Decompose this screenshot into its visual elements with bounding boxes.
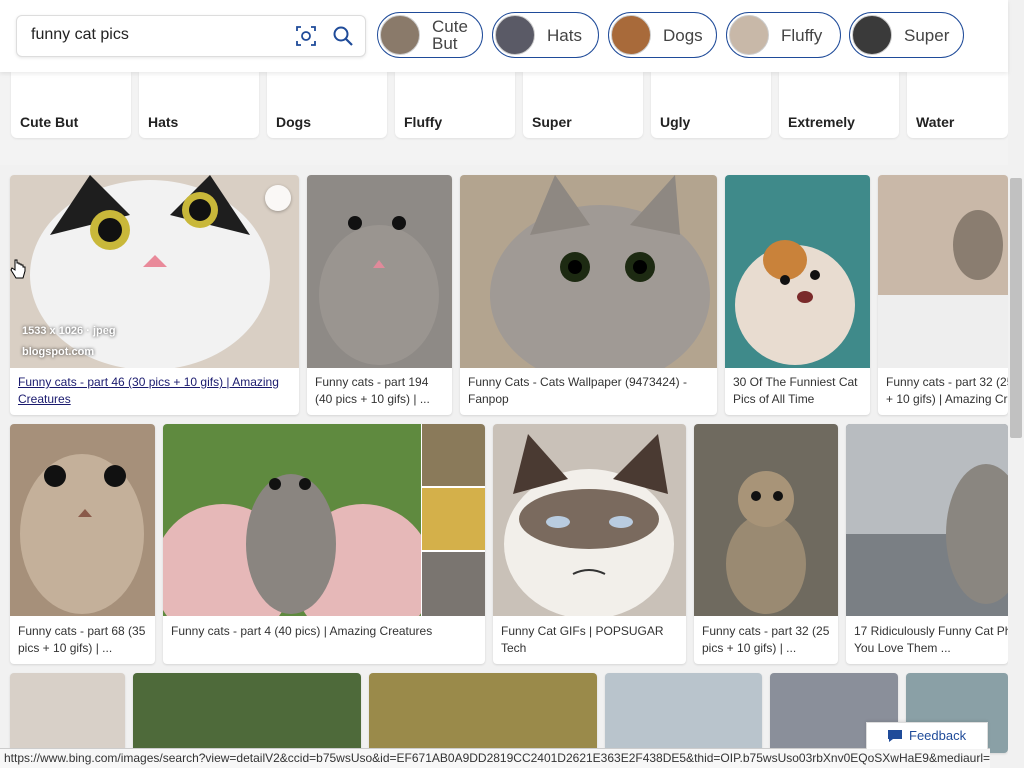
related-item-extremely[interactable]: Extremely	[779, 72, 899, 138]
related-label: Extremely	[788, 114, 855, 130]
result-caption[interactable]: Funny cats - part 68 (35 pics + 10 gifs)…	[18, 623, 149, 657]
chip-label-line1: Cute	[432, 17, 468, 36]
cat-face-icon	[20, 454, 144, 614]
image-result[interactable]: Funny cats - part 32 (25 pics + 10 gifs)…	[878, 175, 1008, 415]
related-item-hats[interactable]: Hats	[139, 72, 259, 138]
image-result[interactable]: Funny cats - part 32 (25 pics + 10 gifs)…	[694, 424, 838, 664]
cat-face-icon	[30, 175, 270, 370]
result-thumbnail[interactable]	[493, 424, 686, 619]
result-caption[interactable]: Funny cats - part 32 (25 pics + 10 gifs)…	[886, 374, 1008, 408]
result-thumbnail[interactable]	[10, 424, 155, 616]
result-thumbnail[interactable]	[307, 175, 452, 368]
hand-cursor-icon	[10, 259, 26, 279]
chip-thumbnail	[495, 15, 535, 55]
related-label: Ugly	[660, 114, 691, 130]
result-side-thumbnail[interactable]	[422, 552, 485, 616]
chip-thumbnail	[729, 15, 769, 55]
cat-in-car-icon	[846, 424, 1008, 604]
grumpy-cat-icon	[504, 434, 674, 619]
chip-thumbnail	[380, 15, 420, 55]
result-caption[interactable]: Funny cats - part 194 (40 pics + 10 gifs…	[315, 374, 446, 408]
chip-label-line2: But	[432, 34, 458, 53]
result-thumbnail[interactable]	[460, 175, 717, 385]
related-label: Super	[532, 114, 572, 130]
related-item-dogs[interactable]: Dogs	[267, 72, 387, 138]
chip-fluffy[interactable]: Fluffy	[726, 12, 841, 58]
chip-thumbnail	[852, 15, 892, 55]
related-label: Dogs	[276, 114, 311, 130]
image-result[interactable]: Funny Cat GIFs | POPSUGAR Tech	[493, 424, 686, 664]
related-item-cute-but[interactable]: Cute But	[11, 72, 131, 138]
result-caption[interactable]: Funny Cats - Cats Wallpaper (9473424) - …	[468, 374, 711, 408]
feedback-label: Feedback	[909, 728, 967, 743]
chip-dogs[interactable]: Dogs	[608, 12, 717, 58]
chip-label: Dogs	[663, 25, 703, 45]
related-item-super[interactable]: Super	[523, 72, 643, 138]
visual-search-icon[interactable]	[295, 25, 317, 47]
search-icon[interactable]	[331, 24, 355, 48]
result-thumbnail[interactable]	[694, 424, 838, 616]
result-thumbnail[interactable]: 1533 x 1026 · jpeg blogspot.com	[10, 175, 299, 370]
result-caption[interactable]: 17 Ridiculously Funny Cat Photos You Lov…	[854, 623, 1008, 657]
result-side-thumbnail[interactable]	[422, 488, 485, 550]
result-caption[interactable]: Funny cats - part 32 (25 pics + 10 gifs)…	[702, 623, 832, 657]
result-caption[interactable]: Funny cats - part 4 (40 pics) | Amazing …	[171, 623, 479, 640]
feedback-button[interactable]: Feedback	[866, 722, 988, 749]
image-result[interactable]: Funny cats - part 4 (40 pics) | Amazing …	[163, 424, 485, 664]
status-bar-url: https://www.bing.com/images/search?view=…	[0, 748, 990, 768]
image-result[interactable]: Funny cats - part 194 (40 pics + 10 gifs…	[307, 175, 452, 415]
result-caption[interactable]: 30 Of The Funniest Cat Pics of All Time	[733, 374, 864, 408]
chip-hats[interactable]: Hats	[492, 12, 599, 58]
image-result[interactable]: Funny Cats - Cats Wallpaper (9473424) - …	[460, 175, 717, 415]
image-result[interactable]	[10, 673, 125, 753]
chat-bubble-icon	[888, 730, 902, 742]
chip-label: Fluffy	[781, 25, 823, 45]
kitten-image-icon	[726, 471, 806, 614]
scrollbar-thumb[interactable]	[1010, 178, 1022, 438]
chip-cute-but[interactable]: Cute But	[377, 12, 483, 58]
kitten-image-icon	[163, 474, 433, 644]
cat-face-icon	[319, 216, 439, 365]
cat-image-icon	[878, 210, 1008, 368]
related-item-fluffy[interactable]: Fluffy	[395, 72, 515, 138]
search-box[interactable]: funny cat pics	[16, 15, 366, 57]
image-result[interactable]	[133, 673, 361, 753]
image-result[interactable]	[605, 673, 762, 753]
result-thumbnail[interactable]	[163, 424, 433, 644]
result-thumbnail[interactable]	[846, 424, 1008, 616]
related-item-water[interactable]: Water	[907, 72, 1008, 138]
image-result[interactable]: 17 Ridiculously Funny Cat Photos You Lov…	[846, 424, 1008, 664]
related-label: Fluffy	[404, 114, 443, 130]
related-label: Cute But	[20, 114, 79, 130]
related-label: Water	[916, 114, 955, 130]
chip-label: Hats	[547, 25, 582, 45]
image-result[interactable]: Funny cats - part 68 (35 pics + 10 gifs)…	[10, 424, 155, 664]
result-caption[interactable]: Funny Cat GIFs | POPSUGAR Tech	[501, 623, 680, 657]
visual-search-button[interactable]	[265, 185, 291, 211]
related-item-ugly[interactable]: Ugly	[651, 72, 771, 138]
search-input[interactable]: funny cat pics	[31, 26, 129, 44]
result-thumbnail[interactable]	[725, 175, 870, 368]
chip-label: Super	[904, 25, 950, 45]
result-side-thumbnail[interactable]	[422, 424, 485, 486]
result-thumbnail[interactable]	[878, 175, 1008, 368]
chip-super[interactable]: Super	[849, 12, 964, 58]
cat-face-icon	[735, 240, 855, 365]
image-result[interactable]: 1533 x 1026 · jpeg blogspot.com Funny ca…	[10, 175, 299, 415]
cat-face-icon	[490, 175, 710, 385]
image-result[interactable]: 30 Of The Funniest Cat Pics of All Time	[725, 175, 870, 415]
chip-thumbnail	[611, 15, 651, 55]
related-label: Hats	[148, 114, 179, 130]
image-source[interactable]: blogspot.com	[22, 346, 94, 358]
image-dimensions: 1533 x 1026 · jpeg	[22, 325, 116, 337]
result-caption[interactable]: Funny cats - part 46 (30 pics + 10 gifs)…	[18, 374, 293, 408]
image-result[interactable]	[369, 673, 597, 753]
